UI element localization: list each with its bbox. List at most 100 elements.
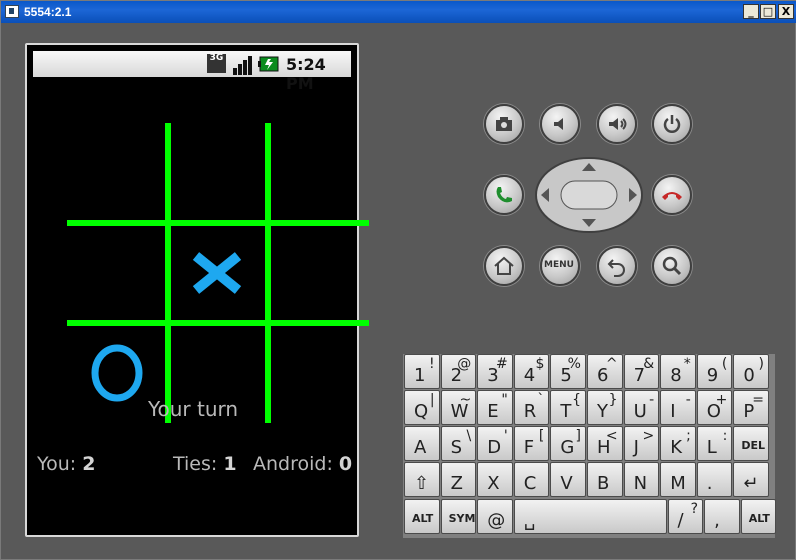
power-button[interactable] <box>652 104 692 144</box>
key-label: L <box>706 437 717 458</box>
volume-down-button[interactable] <box>540 104 580 144</box>
key-label: Z <box>450 473 463 494</box>
maximize-button[interactable]: □ <box>760 4 776 19</box>
key-z[interactable]: Z <box>440 462 477 497</box>
key-3[interactable]: 3 # <box>477 354 513 389</box>
key-sub-label: + <box>715 392 728 408</box>
dpad-center-button[interactable] <box>560 180 618 210</box>
key-sub-label: : <box>722 428 728 444</box>
key-d[interactable]: D ' <box>477 426 513 461</box>
key-i[interactable]: I- <box>660 390 696 425</box>
signal-icon <box>233 56 252 75</box>
key-label: 8 <box>670 365 682 386</box>
key-alt[interactable]: ALT <box>404 499 440 534</box>
key-j[interactable]: J > <box>623 426 660 461</box>
key-c[interactable]: C <box>513 462 550 497</box>
key-label: ALT <box>748 512 770 525</box>
key-sub-label: [ <box>538 428 545 444</box>
key-label: I <box>670 401 676 422</box>
key-1[interactable]: 1! <box>404 354 440 389</box>
volume-up-button[interactable] <box>597 104 637 144</box>
key-2[interactable]: 2 @ <box>440 354 477 389</box>
key-l[interactable]: L: <box>696 426 733 461</box>
key-symbol[interactable]: /? <box>667 499 704 534</box>
key-x[interactable]: X <box>477 462 513 497</box>
key-sub-label: = <box>752 392 764 408</box>
key-m[interactable]: M <box>660 462 696 497</box>
key-b[interactable]: B <box>587 462 623 497</box>
key-u[interactable]: U- <box>623 390 660 425</box>
key-k[interactable]: K; <box>660 426 696 461</box>
key-q[interactable]: Q | <box>404 390 440 425</box>
key-4[interactable]: 4 $ <box>513 354 550 389</box>
key-9[interactable]: 9( <box>696 354 733 389</box>
status-bar: 3G 5:24 PM <box>33 51 351 93</box>
score-value: 2 <box>82 453 96 475</box>
key-sym[interactable]: SYM <box>440 499 477 534</box>
menu-label: MENU <box>544 260 574 270</box>
score-value: 1 <box>223 453 237 475</box>
emulator-window: 5554:2.1 _ □ X 3G 5:24 PM Your turn You:… <box>0 0 796 560</box>
key-h[interactable]: H < <box>587 426 623 461</box>
key-sub-label: ` <box>537 392 545 408</box>
key-s[interactable]: S \ <box>440 426 477 461</box>
key-label: ↵ <box>743 473 759 494</box>
key-label: @ <box>487 510 506 531</box>
search-button[interactable] <box>652 246 692 286</box>
score-you: You: 2 <box>37 453 95 475</box>
key-alt[interactable]: ALT <box>740 499 777 534</box>
key-6[interactable]: 6 ^ <box>587 354 623 389</box>
home-button[interactable] <box>484 246 524 286</box>
key-e[interactable]: E " <box>477 390 513 425</box>
key-v[interactable]: V <box>550 462 586 497</box>
key-label: J <box>633 437 639 458</box>
menu-button[interactable]: MENU <box>540 246 580 286</box>
key-7[interactable]: 7 & <box>623 354 660 389</box>
key-label: , <box>714 510 720 531</box>
dpad[interactable] <box>535 157 643 233</box>
key-label: C <box>523 473 537 494</box>
key-p[interactable]: P = <box>733 390 769 425</box>
hardware-keyboard: 1! 2 @3 #4 $5% 6 ^ 7 & 8 * 9(0) Q | W ~ E " R ` T{Y} U - I - O + P =… <box>403 354 777 538</box>
key-8[interactable]: 8 * <box>660 354 696 389</box>
key-sub-label: | <box>429 392 435 408</box>
camera-button[interactable] <box>484 104 524 144</box>
key-a[interactable]: A <box>404 426 440 461</box>
key-sub-label: ! <box>428 356 435 372</box>
key-w[interactable]: W ~ <box>440 390 477 425</box>
key-space[interactable]: ␣ <box>513 499 667 534</box>
key-sub-label: & <box>643 356 655 372</box>
key-y[interactable]: Y} <box>587 390 623 425</box>
key-label: D <box>487 437 502 458</box>
key-sub-label: " <box>501 392 508 408</box>
key-label: Y <box>597 401 608 422</box>
key-symbol[interactable]: , <box>704 499 740 534</box>
call-icon <box>496 187 512 203</box>
key-label: B <box>597 473 610 494</box>
key-label: K <box>670 437 682 458</box>
key-del[interactable]: DEL <box>733 426 769 461</box>
key-5[interactable]: 5% <box>550 354 586 389</box>
key-g[interactable]: G] <box>550 426 586 461</box>
key-symbol[interactable]: @ <box>477 499 513 534</box>
key-t[interactable]: T{ <box>550 390 586 425</box>
key-sub-label: > <box>642 428 655 444</box>
key-r[interactable]: R ` <box>513 390 550 425</box>
key-symbol[interactable]: . <box>696 462 733 497</box>
key-o[interactable]: O + <box>696 390 733 425</box>
key-symbol[interactable]: ⇧ <box>404 462 440 497</box>
key-0[interactable]: 0) <box>733 354 769 389</box>
minimize-button[interactable]: _ <box>743 4 759 19</box>
key-label: ␣ <box>523 510 536 531</box>
close-button[interactable]: X <box>778 4 794 19</box>
key-symbol[interactable]: ↵ <box>733 462 769 497</box>
tic-tac-toe-board[interactable] <box>67 123 369 423</box>
key-label: ALT <box>412 512 434 525</box>
key-sub-label: ? <box>690 501 699 517</box>
call-button[interactable] <box>484 175 524 215</box>
back-button[interactable] <box>597 246 637 286</box>
end-call-button[interactable] <box>652 175 692 215</box>
key-f[interactable]: F[ <box>513 426 550 461</box>
key-label: SYM <box>448 512 476 525</box>
key-n[interactable]: N <box>623 462 660 497</box>
